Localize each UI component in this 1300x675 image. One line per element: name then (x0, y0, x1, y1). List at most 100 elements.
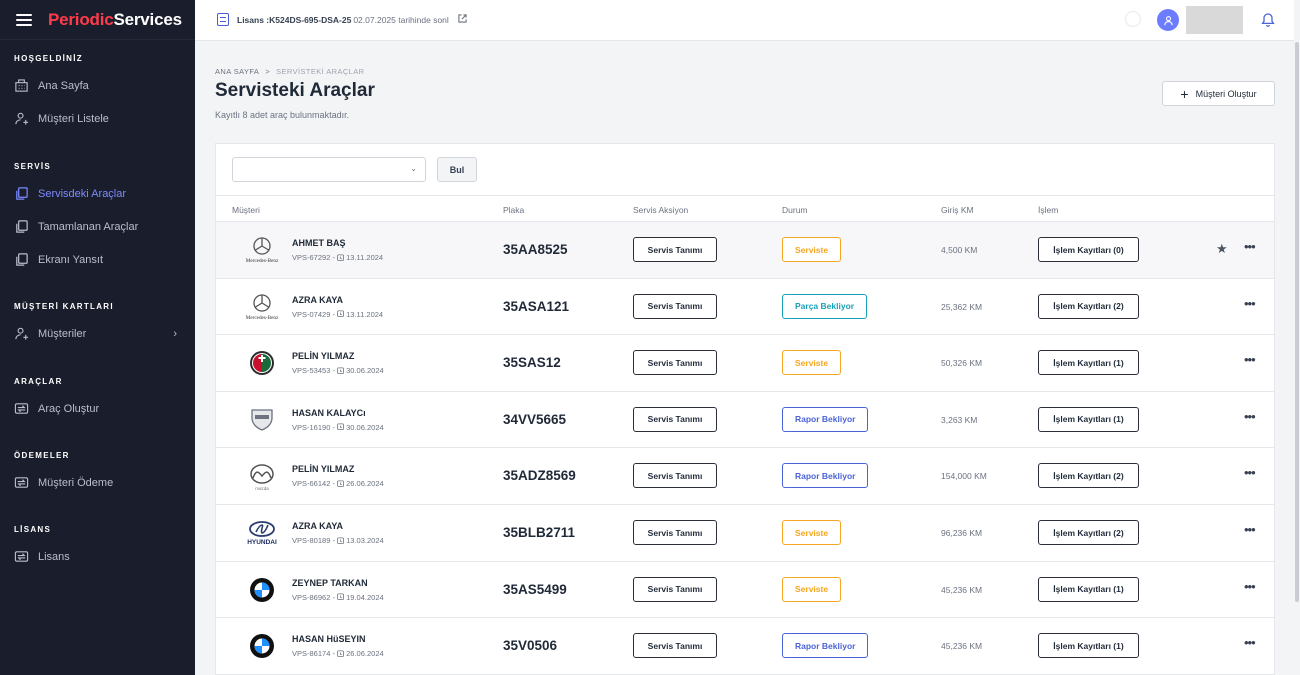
sidebar-item-ana-sayfa[interactable]: Ana Sayfa (0, 69, 195, 102)
process-records-button[interactable]: İşlem Kayıtları (0) (1038, 237, 1139, 262)
header-status: Durum (782, 205, 808, 215)
hyundai-logo-icon: HYUNDAI (238, 517, 286, 549)
customer-name[interactable]: PELİN YILMAZ (292, 351, 354, 361)
chevron-right-icon: › (173, 327, 177, 340)
more-options-icon[interactable]: ••• (1244, 635, 1256, 650)
external-link-icon[interactable] (458, 14, 467, 25)
more-options-icon[interactable]: ••• (1244, 465, 1256, 480)
more-options-icon[interactable]: ••• (1244, 296, 1256, 311)
sidebar-item-müşteri-listele[interactable]: Müşteri Listele (0, 102, 195, 135)
svg-text:mazda: mazda (255, 486, 269, 491)
star-icon[interactable]: ★ (1216, 241, 1228, 257)
table-row[interactable]: HASAN HüSEYIN VPS-86174 - 26.06.2024 35V05… (216, 618, 1274, 675)
more-options-icon[interactable]: ••• (1244, 522, 1256, 537)
status-badge[interactable]: Parça Bekliyor (782, 293, 868, 319)
plate-number: 34VV5665 (503, 411, 567, 427)
process-records-button[interactable]: İşlem Kayıtları (1) (1038, 350, 1139, 376)
license-key: Lisans :K524DS-695-DSA-25 (237, 14, 352, 25)
status-circle-icon[interactable] (1125, 11, 1141, 27)
status-badge[interactable]: Serviste (782, 350, 842, 376)
table-row[interactable]: mazda PELİN YILMAZ VPS-66142 - 26.06.2024 3… (216, 448, 1274, 505)
clock-icon (337, 366, 346, 375)
more-options-icon[interactable]: ••• (1244, 352, 1256, 367)
customer-name[interactable]: AZRA KAYA (292, 295, 343, 305)
service-definition-button[interactable]: Servis Tanımı (633, 463, 717, 489)
customer-date: 19.04.2024 (346, 592, 384, 602)
customer-name[interactable]: PELİN YILMAZ (292, 464, 354, 474)
swap-icon (14, 549, 38, 564)
table-row[interactable]: Mercedes-Benz AHMET BAŞ VPS-67292 - 13.11.… (216, 222, 1274, 279)
customer-name[interactable]: ZEYNEP TARKAN (292, 578, 368, 588)
license-info: Lisans :K524DS-695-DSA-25 02.07.2025 tar… (217, 13, 467, 26)
process-records-button[interactable]: İşlem Kayıtları (2) (1038, 293, 1139, 319)
customer-date: 30.06.2024 (346, 422, 384, 432)
customer-meta: VPS-07429 - 13.11.2024 (292, 310, 383, 319)
table-header: Müşteri Plaka Servis Aksiyon Durum Giriş… (216, 195, 1274, 222)
sidebar-item-lisans[interactable]: Lisans (0, 540, 195, 573)
table-row[interactable]: Mercedes-Benz AZRA KAYA VPS-07429 - 13.11.… (216, 278, 1274, 336)
process-records-button[interactable]: İşlem Kayıtları (1) (1038, 633, 1139, 659)
swap-icon (14, 475, 38, 490)
sidebar-item-müşteriler[interactable]: Müşteriler › (0, 317, 195, 350)
bell-icon[interactable] (1260, 12, 1276, 28)
more-options-icon[interactable]: ••• (1244, 579, 1256, 594)
brand-logo[interactable]: PeriodicServices (48, 10, 182, 30)
profile-image-placeholder[interactable] (1186, 6, 1243, 34)
table-row[interactable]: HYUNDAI AZRA KAYA VPS-80189 - 13.03.2024 35… (216, 505, 1274, 562)
service-definition-button[interactable]: Servis Tanımı (633, 293, 717, 319)
sidebar-item-araç-oluştur[interactable]: Araç Oluştur (0, 392, 195, 425)
sidebar-item-müşteri-ödeme[interactable]: Müşteri Ödeme (0, 466, 195, 499)
status-badge[interactable]: Rapor Bekliyor (782, 406, 869, 432)
plate-number: 35ADZ8569 (503, 468, 576, 484)
header-process: İşlem (1038, 205, 1059, 215)
customer-code: VPS-16190 - (292, 422, 338, 432)
customer-name[interactable]: AZRA KAYA (292, 521, 343, 531)
status-badge[interactable]: Serviste (782, 520, 842, 545)
customer-meta: VPS-80189 - 13.03.2024 (292, 536, 384, 545)
clock-icon (337, 253, 346, 262)
process-records-button[interactable]: İşlem Kayıtları (1) (1038, 406, 1139, 432)
filter-select[interactable]: ⌄ (232, 157, 426, 182)
sidebar-item-label: Tamamlanan Araçlar (38, 220, 139, 233)
header-plate: Plaka (503, 205, 525, 215)
customer-name[interactable]: HASAN KALAYCı (292, 408, 366, 418)
process-records-button[interactable]: İşlem Kayıtları (1) (1038, 576, 1139, 602)
sidebar-item-ekranı-yansıt[interactable]: Ekranı Yansıt (0, 243, 195, 276)
customer-name[interactable]: HASAN HüSEYIN (292, 634, 366, 644)
sidebar-item-servisdeki-araçlar[interactable]: Servisdeki Araçlar (0, 177, 195, 210)
status-badge[interactable]: Rapor Bekliyor (782, 633, 869, 659)
plate-number: 35AS5499 (503, 581, 567, 597)
status-badge[interactable]: Rapor Bekliyor (782, 463, 869, 489)
status-badge[interactable]: Serviste (782, 237, 842, 262)
customer-meta: VPS-86174 - 26.06.2024 (292, 649, 384, 658)
search-button[interactable]: Bul (437, 157, 477, 182)
service-definition-button[interactable]: Servis Tanımı (633, 520, 717, 545)
table-row[interactable]: HASAN KALAYCı VPS-16190 - 30.06.2024 34VV5… (216, 391, 1274, 449)
more-options-icon[interactable]: ••• (1244, 409, 1256, 424)
more-options-icon[interactable]: ••• (1244, 239, 1256, 254)
process-records-button[interactable]: İşlem Kayıtları (2) (1038, 463, 1139, 489)
mercedes-logo-icon: Mercedes-Benz (238, 291, 286, 323)
sidebar-section-title: MÜŞTERİ KARTLARI (14, 302, 114, 311)
status-badge[interactable]: Serviste (782, 576, 842, 602)
table-row[interactable]: ZEYNEP TARKAN VPS-86962 - 19.04.2024 35AS5… (216, 561, 1274, 619)
customer-name[interactable]: AHMET BAŞ (292, 238, 346, 248)
sidebar-item-tamamlanan-araçlar[interactable]: Tamamlanan Araçlar (0, 210, 195, 243)
avatar[interactable] (1157, 9, 1179, 31)
page-subtitle: Kayıtlı 8 adet araç bulunmaktadır. (215, 110, 350, 120)
service-definition-button[interactable]: Servis Tanımı (633, 237, 717, 262)
customer-code: VPS-80189 - (292, 536, 338, 545)
service-definition-button[interactable]: Servis Tanımı (633, 576, 717, 602)
scrollbar-thumb[interactable] (1295, 42, 1299, 602)
service-definition-button[interactable]: Servis Tanımı (633, 350, 717, 376)
breadcrumb-home[interactable]: ANA SAYFA (215, 67, 259, 76)
entry-km: 4,500 KM (941, 245, 978, 255)
sidebar-section-title: SERVİS (14, 162, 51, 171)
service-definition-button[interactable]: Servis Tanımı (633, 633, 717, 659)
process-records-button[interactable]: İşlem Kayıtları (2) (1038, 520, 1139, 545)
table-row[interactable]: PELİN YILMAZ VPS-53453 - 30.06.2024 35SAS1… (216, 335, 1274, 392)
menu-icon[interactable] (16, 13, 32, 26)
create-customer-button[interactable]: + Müşteri Oluştur (1162, 81, 1275, 106)
customer-date: 30.06.2024 (346, 366, 384, 376)
service-definition-button[interactable]: Servis Tanımı (633, 406, 717, 432)
